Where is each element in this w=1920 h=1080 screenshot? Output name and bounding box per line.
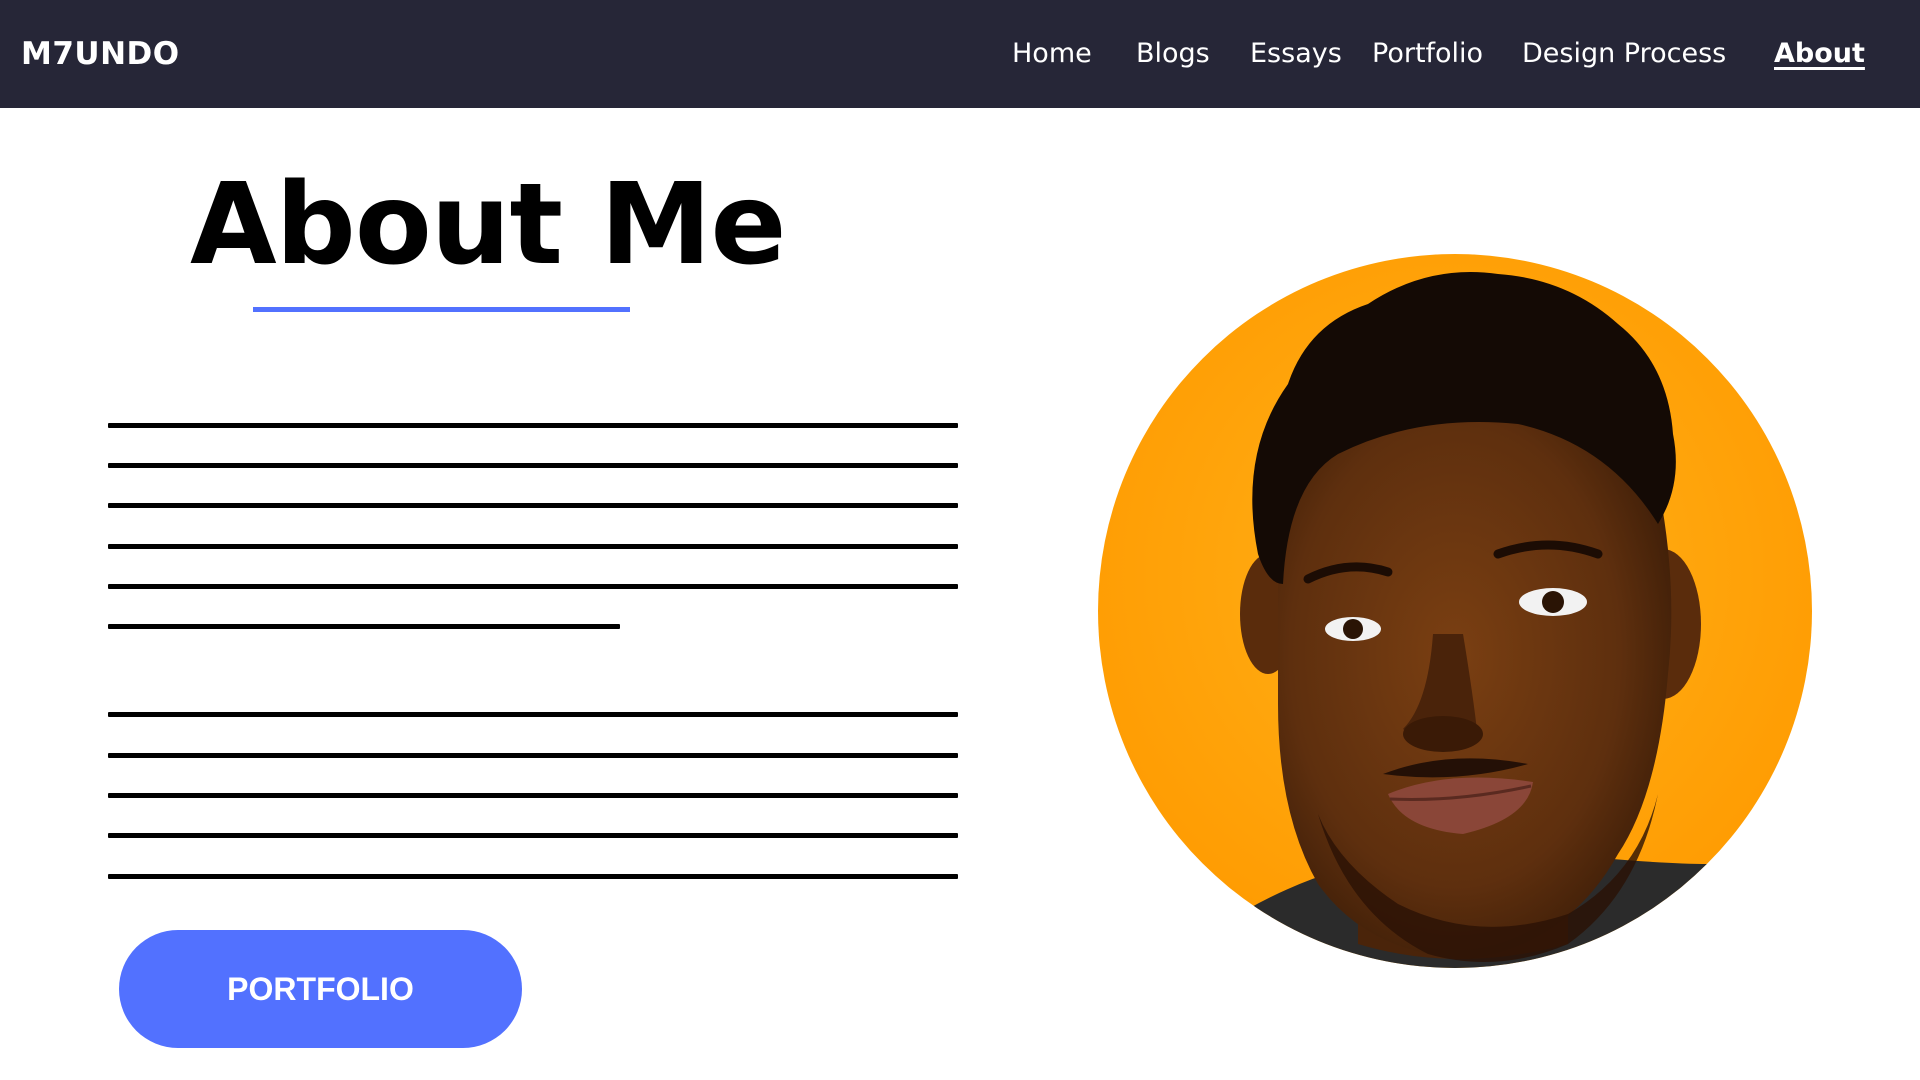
page-title: About Me <box>190 160 786 290</box>
text-line <box>108 833 958 838</box>
nav-link-design-process[interactable]: Design Process <box>1522 34 1726 74</box>
top-navbar: M7UNDO Home Blogs Essays Portfolio Desig… <box>0 0 1920 108</box>
text-line <box>108 544 958 549</box>
text-line <box>108 874 958 879</box>
text-line <box>108 624 620 629</box>
nav-link-home[interactable]: Home <box>1012 34 1092 74</box>
nav-link-essays[interactable]: Essays <box>1250 34 1342 74</box>
portrait-illustration-icon <box>1098 254 1812 968</box>
text-line <box>108 793 958 798</box>
avatar <box>1098 254 1812 968</box>
brand-logo[interactable]: M7UNDO <box>21 34 180 74</box>
text-line <box>108 463 958 468</box>
title-underline <box>253 307 630 312</box>
nav-link-about[interactable]: About <box>1774 34 1865 74</box>
text-line <box>108 503 958 508</box>
text-line <box>108 423 958 428</box>
nav-link-blogs[interactable]: Blogs <box>1136 34 1210 74</box>
text-line <box>108 712 958 717</box>
portfolio-button[interactable]: PORTFOLIO <box>119 930 522 1048</box>
nav-link-portfolio[interactable]: Portfolio <box>1372 34 1483 74</box>
text-line <box>108 753 958 758</box>
text-line <box>108 584 958 589</box>
